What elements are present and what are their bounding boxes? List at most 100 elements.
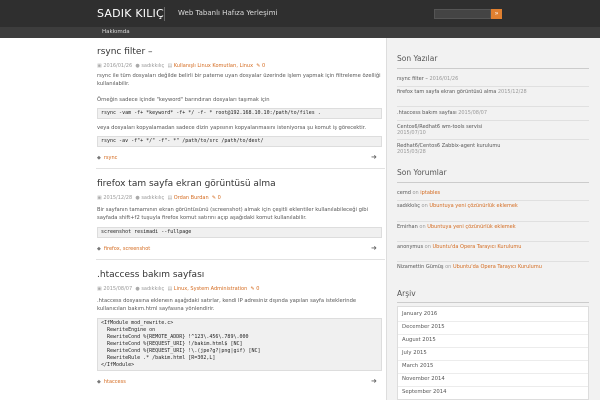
post-date: 2016/01/26 bbox=[103, 63, 133, 69]
widget-title-recent-posts: Son Yazılar bbox=[397, 54, 438, 63]
archive-divider bbox=[398, 334, 588, 335]
post-paragraph: rsync ile tüm dosyaları değilde belirli … bbox=[97, 73, 381, 87]
read-more-arrow-icon[interactable]: ➜ bbox=[371, 153, 377, 161]
read-more-arrow-icon[interactable]: ➜ bbox=[371, 244, 377, 252]
site-title[interactable]: SADIK KILIÇ bbox=[97, 7, 164, 20]
widget-item-divider bbox=[397, 221, 589, 222]
recent-post-date: 2015/03/28 bbox=[397, 149, 426, 155]
comment-on: on bbox=[424, 244, 431, 250]
archive-item[interactable]: November 2014 bbox=[402, 376, 445, 382]
post-title[interactable]: rsync filter – bbox=[97, 47, 153, 57]
nav-item-hakkimda[interactable]: Hakkımda bbox=[102, 29, 130, 35]
user-icon: ● bbox=[135, 286, 140, 292]
comment-author[interactable]: Nizamettin Gümüş bbox=[397, 264, 444, 270]
recent-post-title[interactable]: rsync filter – bbox=[397, 76, 428, 82]
comment-author[interactable]: Emirhan bbox=[397, 224, 418, 230]
comment-post-link[interactable]: Ubuntuya yeni çözünürlük eklemek bbox=[429, 203, 517, 209]
post-author[interactable]: sadıkkılıç bbox=[141, 286, 164, 292]
post-date: 2015/12/28 bbox=[103, 195, 133, 201]
archive-item[interactable]: January 2016 bbox=[402, 311, 437, 317]
tag-list[interactable]: firefox, screenshot bbox=[104, 246, 150, 252]
archive-divider bbox=[398, 373, 588, 374]
recent-post-item[interactable]: firefox tam sayfa ekran görüntüsü alma 2… bbox=[397, 89, 589, 95]
archive-divider bbox=[398, 321, 588, 322]
calendar-icon: ▣ bbox=[97, 195, 102, 201]
post-paragraph: Bir sayfanın tamamının ekran görüntüsünü… bbox=[97, 207, 369, 221]
comment-post-link[interactable]: iptables bbox=[420, 190, 440, 196]
post-categories[interactable]: Ordan Burdan bbox=[174, 195, 209, 201]
recent-post-date: 2015/07/10 bbox=[397, 130, 426, 136]
recent-post-item[interactable]: Redhat6/Centos6 Zabbix-agent kurulumu 201… bbox=[397, 143, 589, 155]
search-button[interactable]: » bbox=[491, 9, 502, 19]
recent-comment-item: Nizamettin Gümüş on Ubuntu'da Opera Tara… bbox=[397, 264, 589, 270]
read-more-arrow-icon[interactable]: ➜ bbox=[371, 377, 377, 385]
tag-list[interactable]: rsync bbox=[104, 155, 118, 161]
archive-item[interactable]: August 2015 bbox=[402, 337, 436, 343]
recent-comment-item: anonymus on Ubuntu'da Opera Tarayıcı Kur… bbox=[397, 244, 589, 250]
post-title[interactable]: firefox tam sayfa ekran görüntüsü alma bbox=[97, 179, 276, 189]
widget-rule bbox=[397, 182, 589, 183]
recent-post-title[interactable]: .htaccess bakım sayfası bbox=[397, 110, 457, 116]
archive-item[interactable]: December 2015 bbox=[402, 324, 445, 330]
post-paragraph: veya dosyaları kopyalamadan sadece dizin… bbox=[97, 125, 367, 131]
sidebar: Son Yazılar rsync filter – 2016/01/26 fi… bbox=[386, 38, 600, 400]
main-content: rsync filter – ▣ 2016/01/26 ● sadıkkılıç… bbox=[96, 38, 385, 400]
recent-post-date: 2015/12/28 bbox=[497, 89, 527, 95]
post-tags: ◆ firefox, screenshot bbox=[97, 246, 150, 252]
tag-list[interactable]: htaccess bbox=[104, 379, 126, 385]
post-tags: ◆ htaccess bbox=[97, 379, 126, 385]
tag-icon: ◆ bbox=[97, 155, 101, 161]
comment-author[interactable]: sadıkkılıç bbox=[397, 203, 420, 209]
folder-icon: ▤ bbox=[167, 63, 173, 69]
recent-post-item[interactable]: .htaccess bakım sayfası 2015/08/07 bbox=[397, 110, 589, 116]
code-block: screenshot resimadi --fullpage bbox=[97, 227, 382, 238]
site-header: SADIK KILIÇ Web Tabanlı Hafıza Yerleşimi… bbox=[0, 0, 600, 27]
title-separator bbox=[164, 7, 165, 21]
post-author[interactable]: sadıkkılıç bbox=[141, 63, 164, 69]
recent-post-title[interactable]: firefox tam sayfa ekran görüntüsü alma bbox=[397, 89, 496, 95]
recent-comment-item: sadıkkılıç on Ubuntuya yeni çözünürlük e… bbox=[397, 203, 589, 209]
widget-title-archive: Arşiv bbox=[397, 289, 416, 298]
post-meta: ▣ 2015/08/07 ● sadıkkılıç ▤ Linux, Syste… bbox=[97, 286, 259, 292]
archive-item[interactable]: July 2015 bbox=[402, 350, 427, 356]
widget-item-divider bbox=[397, 261, 589, 262]
post-meta: ▣ 2015/12/28 ● sadıkkılıç ▤ Ordan Burdan… bbox=[97, 195, 221, 201]
comment-count[interactable]: 0 bbox=[256, 286, 259, 292]
post-categories[interactable]: Kullanışlı Linux Komutları, Linux bbox=[174, 63, 253, 69]
post-categories[interactable]: Linux, System Administration bbox=[174, 286, 247, 292]
comment-post-link[interactable]: Ubuntuya yeni çözünürlük eklemek bbox=[427, 224, 515, 230]
comment-post-link[interactable]: Ubuntu'da Opera Tarayıcı Kurulumu bbox=[453, 264, 542, 270]
archive-item[interactable]: March 2015 bbox=[402, 363, 433, 369]
search-input[interactable] bbox=[434, 9, 491, 19]
archive-divider bbox=[398, 347, 588, 348]
post-title[interactable]: .htaccess bakım sayfası bbox=[97, 270, 204, 280]
folder-icon: ▤ bbox=[167, 286, 173, 292]
comment-author[interactable]: anonymus bbox=[397, 244, 423, 250]
code-block: <IfModule mod_rewrite.c> RewriteEngine o… bbox=[97, 318, 382, 371]
post-date: 2015/08/07 bbox=[103, 286, 133, 292]
comment-count[interactable]: 0 bbox=[262, 63, 265, 69]
calendar-icon: ▣ bbox=[97, 63, 102, 69]
calendar-icon: ▣ bbox=[97, 286, 102, 292]
folder-icon: ▤ bbox=[167, 195, 173, 201]
code-block: rsync -av -f"+ */" -f"- *" /path/to/src … bbox=[97, 136, 382, 147]
comment-on: on bbox=[445, 264, 452, 270]
recent-post-item[interactable]: rsync filter – 2016/01/26 bbox=[397, 76, 589, 82]
post-paragraph: Örneğin sadece içinde "keyword" barındır… bbox=[97, 97, 270, 103]
widget-item-divider bbox=[397, 120, 589, 121]
user-icon: ● bbox=[135, 63, 140, 69]
recent-post-item[interactable]: Centos6/Redhat6 wm-tools servisi 2015/07/… bbox=[397, 124, 589, 136]
comment-author[interactable]: cemd bbox=[397, 190, 411, 196]
post-author[interactable]: sadıkkılıç bbox=[141, 195, 164, 201]
comment-post-link[interactable]: Ubuntu'da Opera Tarayıcı Kurulumu bbox=[433, 244, 522, 250]
comment-on: on bbox=[421, 203, 428, 209]
widget-item-divider bbox=[397, 106, 589, 107]
archive-item[interactable]: September 2014 bbox=[402, 389, 446, 395]
archive-divider bbox=[398, 360, 588, 361]
comment-count[interactable]: 0 bbox=[218, 195, 221, 201]
recent-comment-item: Emirhan on Ubuntuya yeni çözünürlük ekle… bbox=[397, 224, 589, 230]
post-meta: ▣ 2016/01/26 ● sadıkkılıç ▤ Kullanışlı L… bbox=[97, 63, 265, 69]
code-block: rsync -vam -f+ *keyword* -f+ */ -f- * ro… bbox=[97, 108, 382, 119]
post-paragraph: .htaccess dosyasına ekleneın aşağıdaki s… bbox=[97, 298, 357, 312]
widget-rule bbox=[397, 68, 589, 69]
